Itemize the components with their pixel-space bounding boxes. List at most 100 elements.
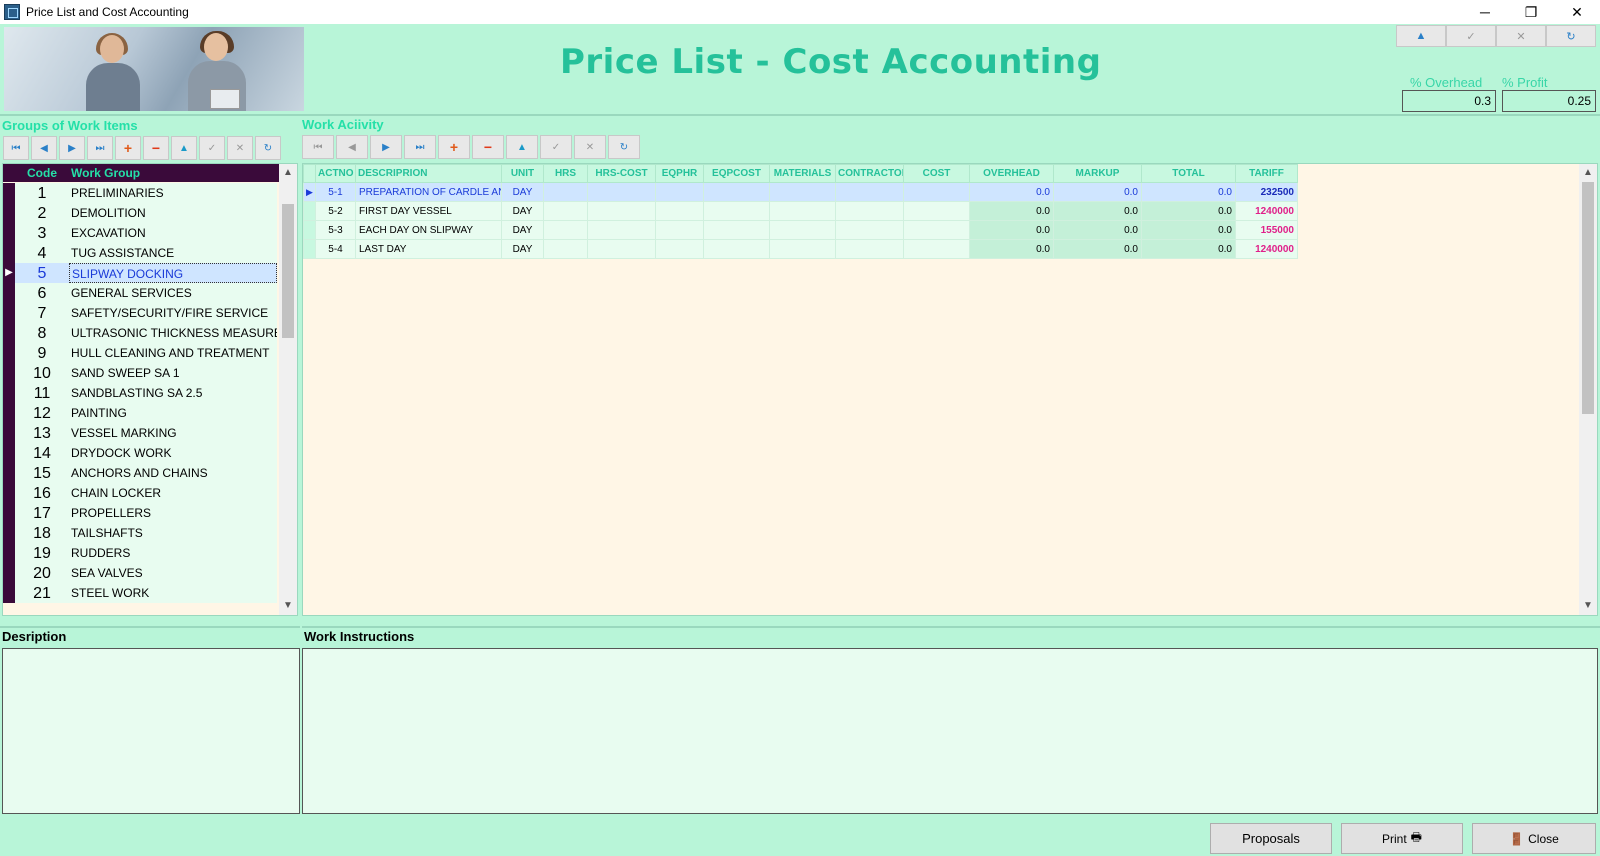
table-row[interactable]: 17 PROPELLERS xyxy=(3,503,279,523)
work-groups-grid[interactable]: Code Work Group 1 PRELIMINARIES 2 DEMOLITIO… xyxy=(2,163,298,616)
cell-total[interactable]: 0.0 xyxy=(1141,201,1236,221)
work-activity-grid[interactable]: ACTNO DESCRIPRION UNIT HRS HRS-COST EQPHR EQPC… xyxy=(302,163,1598,616)
cell-hrscost[interactable] xyxy=(587,239,656,259)
scroll-up-icon[interactable]: ▲ xyxy=(1579,164,1597,182)
table-row[interactable]: ▶ 5-1 PREPARATION OF CARDLE AND DAY 0.0 0.0 0.… xyxy=(303,182,1298,202)
table-row[interactable]: 11 SANDBLASTING SA 2.5 xyxy=(3,383,279,403)
insert-activity-button[interactable]: + xyxy=(438,135,470,159)
work-instructions-memo[interactable] xyxy=(302,648,1598,814)
scroll-thumb[interactable] xyxy=(1582,182,1594,414)
col-overhead-header[interactable]: OVERHEAD xyxy=(969,164,1054,183)
table-row[interactable]: 9 HULL CLEANING AND TREATMENT xyxy=(3,343,279,363)
cell-hrs[interactable] xyxy=(543,201,588,221)
group-name-cell[interactable]: RUDDERS xyxy=(69,543,277,563)
cell-cost[interactable] xyxy=(903,220,970,240)
cell-hrs[interactable] xyxy=(543,220,588,240)
group-name-cell[interactable]: SANDBLASTING SA 2.5 xyxy=(69,383,277,403)
group-code-cell[interactable]: 20 xyxy=(15,563,69,583)
group-name-cell[interactable]: DEMOLITION xyxy=(69,203,277,223)
nav-refresh-button[interactable]: ↻ xyxy=(1546,25,1596,47)
cell-materials[interactable] xyxy=(769,201,836,221)
cell-eqpcost[interactable] xyxy=(703,220,770,240)
cell-hrs[interactable] xyxy=(543,239,588,259)
group-name-cell[interactable]: SLIPWAY DOCKING xyxy=(69,263,277,283)
group-name-cell[interactable]: ULTRASONIC THICKNESS MEASUREMENTS xyxy=(69,323,277,343)
col-descriprion-header[interactable]: DESCRIPRION xyxy=(355,164,502,183)
next-activity-button[interactable]: ▶ xyxy=(370,135,402,159)
cell-eqphr[interactable] xyxy=(655,239,704,259)
cell-hrs[interactable] xyxy=(543,182,588,202)
table-row[interactable]: 5-3 EACH DAY ON SLIPWAY DAY 0.0 0.0 0.0 155000 xyxy=(303,220,1298,240)
group-name-cell[interactable]: DRYDOCK WORK xyxy=(69,443,277,463)
scroll-up-icon[interactable]: ▲ xyxy=(279,164,297,182)
prior-record-button[interactable]: ◀ xyxy=(31,136,57,160)
col-code-header[interactable]: Code xyxy=(15,164,69,182)
group-code-cell[interactable]: 19 xyxy=(15,543,69,563)
cell-tariff[interactable]: 155000 xyxy=(1235,220,1298,240)
group-name-cell[interactable]: SEA VALVES xyxy=(69,563,277,583)
group-code-cell[interactable]: 8 xyxy=(15,323,69,343)
table-row[interactable]: 6 GENERAL SERVICES xyxy=(3,283,279,303)
cell-tariff[interactable]: 1240000 xyxy=(1235,201,1298,221)
cell-descriprion[interactable]: FIRST DAY VESSEL xyxy=(355,201,502,221)
table-row[interactable]: 5-2 FIRST DAY VESSEL DAY 0.0 0.0 0.0 1240000 xyxy=(303,201,1298,221)
table-row[interactable]: 18 TAILSHAFTS xyxy=(3,523,279,543)
cancel-activity-button[interactable]: ✕ xyxy=(574,135,606,159)
table-row[interactable]: 7 SAFETY/SECURITY/FIRE SERVICE xyxy=(3,303,279,323)
cancel-record-button[interactable]: ✕ xyxy=(227,136,253,160)
table-row[interactable]: 20 SEA VALVES xyxy=(3,563,279,583)
cell-cost[interactable] xyxy=(903,201,970,221)
profit-field[interactable]: 0.25 xyxy=(1502,90,1596,112)
group-name-cell[interactable]: PRELIMINARIES xyxy=(69,183,277,203)
cell-hrscost[interactable] xyxy=(587,220,656,240)
group-code-cell[interactable]: 5 xyxy=(15,263,69,283)
group-name-cell[interactable]: VESSEL MARKING xyxy=(69,423,277,443)
group-code-cell[interactable]: 10 xyxy=(15,363,69,383)
group-code-cell[interactable]: 7 xyxy=(15,303,69,323)
cell-eqpcost[interactable] xyxy=(703,201,770,221)
cell-cost[interactable] xyxy=(903,182,970,202)
scroll-thumb[interactable] xyxy=(282,204,294,338)
cell-actno[interactable]: 5-1 xyxy=(315,182,356,202)
group-code-cell[interactable]: 11 xyxy=(15,383,69,403)
cell-eqpcost[interactable] xyxy=(703,239,770,259)
restore-button[interactable]: ❐ xyxy=(1508,0,1554,24)
col-materials-header[interactable]: MATERIALS xyxy=(769,164,836,183)
prior-activity-button[interactable]: ◀ xyxy=(336,135,368,159)
table-row[interactable]: 12 PAINTING xyxy=(3,403,279,423)
cell-markup[interactable]: 0.0 xyxy=(1053,239,1142,259)
cell-overhead[interactable]: 0.0 xyxy=(969,182,1054,202)
cell-contractors[interactable] xyxy=(835,182,904,202)
scroll-down-icon[interactable]: ▼ xyxy=(279,597,297,615)
table-row[interactable]: 5-4 LAST DAY DAY 0.0 0.0 0.0 1240000 xyxy=(303,239,1298,259)
first-activity-button[interactable]: ⏮ xyxy=(302,135,334,159)
cell-tariff[interactable]: 1240000 xyxy=(1235,239,1298,259)
cell-eqphr[interactable] xyxy=(655,220,704,240)
cell-contractors[interactable] xyxy=(835,201,904,221)
group-code-cell[interactable]: 21 xyxy=(15,583,69,603)
group-name-cell[interactable]: HULL CLEANING AND TREATMENT xyxy=(69,343,277,363)
print-button[interactable]: Print 🖶 xyxy=(1341,823,1463,854)
minimize-button[interactable]: ─ xyxy=(1462,0,1508,24)
group-name-cell[interactable]: STEEL WORK xyxy=(69,583,277,603)
cell-hrscost[interactable] xyxy=(587,182,656,202)
cell-descriprion[interactable]: PREPARATION OF CARDLE AND xyxy=(355,182,502,202)
nav-post-button[interactable]: ✓ xyxy=(1446,25,1496,47)
group-code-cell[interactable]: 15 xyxy=(15,463,69,483)
table-row[interactable]: 3 EXCAVATION xyxy=(3,223,279,243)
cell-total[interactable]: 0.0 xyxy=(1141,220,1236,240)
col-cost-header[interactable]: COST xyxy=(903,164,970,183)
last-record-button[interactable]: ⏭ xyxy=(87,136,113,160)
group-code-cell[interactable]: 9 xyxy=(15,343,69,363)
cell-total[interactable]: 0.0 xyxy=(1141,239,1236,259)
post-activity-button[interactable]: ✓ xyxy=(540,135,572,159)
group-name-cell[interactable]: PAINTING xyxy=(69,403,277,423)
cell-overhead[interactable]: 0.0 xyxy=(969,201,1054,221)
col-hrs-header[interactable]: HRS xyxy=(543,164,588,183)
group-name-cell[interactable]: CHAIN LOCKER xyxy=(69,483,277,503)
cell-overhead[interactable]: 0.0 xyxy=(969,239,1054,259)
groups-scrollbar[interactable]: ▲ ▼ xyxy=(279,164,297,615)
table-row[interactable]: 21 STEEL WORK xyxy=(3,583,279,603)
col-actno-header[interactable]: ACTNO xyxy=(315,164,356,183)
col-work-group-header[interactable]: Work Group xyxy=(69,164,279,182)
